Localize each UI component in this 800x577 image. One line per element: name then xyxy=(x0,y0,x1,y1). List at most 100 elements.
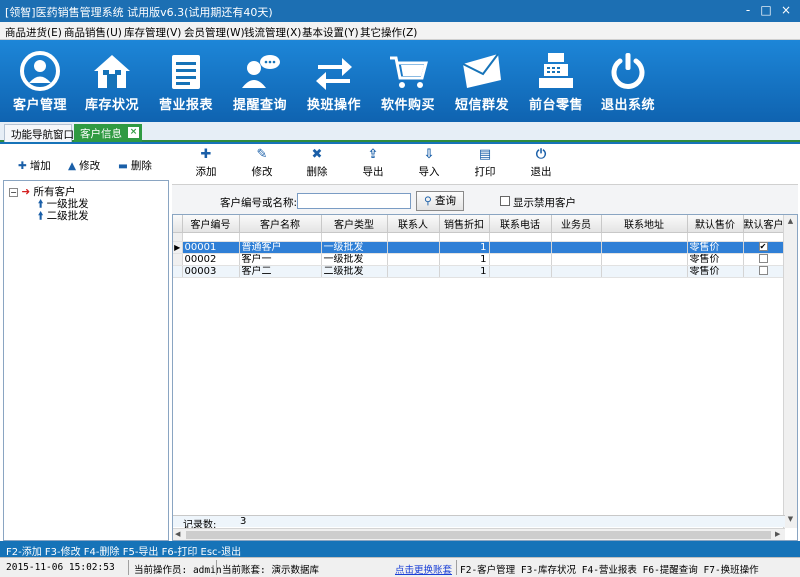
cell-contact[interactable] xyxy=(387,265,440,278)
close-tab-icon[interactable]: × xyxy=(128,127,139,138)
cell-type[interactable]: 一级批发 xyxy=(321,253,388,266)
cell-discount[interactable]: 1 xyxy=(439,241,490,254)
toolbar-exit-system[interactable]: 退出系统 xyxy=(592,40,664,122)
exit-button[interactable]: ⏻ 退出 xyxy=(521,148,561,179)
menu-settings[interactable]: 基本设置(Y) xyxy=(302,25,359,40)
minimize-button[interactable]: - xyxy=(740,2,756,18)
cell-phone[interactable] xyxy=(489,253,552,266)
column-header-name[interactable]: 客户名称 xyxy=(239,215,322,233)
cell-contact[interactable] xyxy=(387,241,440,254)
horizontal-scrollbar[interactable]: ◀ ▶ xyxy=(173,528,785,540)
cell-id[interactable]: 00002 xyxy=(182,253,240,266)
toolbar-shift-change[interactable]: 换班操作 xyxy=(298,40,370,122)
tab-function-navigation[interactable]: 功能导航窗口 xyxy=(4,124,74,142)
cell-default[interactable]: ✔ xyxy=(743,241,784,254)
toolbar-business-report[interactable]: 营业报表 xyxy=(150,40,222,122)
table-row[interactable]: 00003 客户二 二级批发 1 零售价 xyxy=(173,265,784,278)
switch-account-link[interactable]: 点击更换账套 xyxy=(395,562,452,576)
cell-id[interactable]: 00001 xyxy=(182,241,240,254)
edit-customer-button[interactable]: ✎ 修改 xyxy=(242,148,282,179)
cell-type[interactable]: 一级批发 xyxy=(321,241,388,254)
cell-name[interactable]: 客户一 xyxy=(239,253,322,266)
column-header-discount[interactable]: 销售折扣 xyxy=(439,215,490,233)
vertical-scrollbar[interactable]: ▲ ▼ xyxy=(783,215,797,528)
edit-category-button[interactable]: ▲ 修改 xyxy=(68,158,100,173)
menu-cashflow[interactable]: 钱流管理(X) xyxy=(244,25,301,40)
menu-purchase[interactable]: 商品进货(E) xyxy=(5,25,62,40)
query-button[interactable]: ⚲ 查询 xyxy=(416,191,464,211)
default-checkbox[interactable] xyxy=(758,266,768,275)
hotkey-hint-bar: F2-添加 F3-修改 F4-删除 F5-导出 F6-打印 Esc-退出 xyxy=(0,541,800,558)
cell-contact[interactable] xyxy=(387,253,440,266)
toolbar-sms-broadcast[interactable]: 短信群发 xyxy=(446,40,518,122)
delete-category-button[interactable]: ▬ 删除 xyxy=(118,158,152,173)
search-bar: 客户编号或名称: ⚲ 查询 显示禁用客户 xyxy=(172,184,798,214)
cell-price[interactable]: 零售价 xyxy=(687,253,744,266)
scroll-right-icon[interactable]: ▶ xyxy=(775,530,780,538)
column-header-contact[interactable]: 联系人 xyxy=(387,215,440,233)
cell-address[interactable] xyxy=(601,253,688,266)
toolbar-customer-management[interactable]: 客户管理 xyxy=(4,40,76,122)
scroll-thumb[interactable] xyxy=(186,531,771,539)
plus-icon: ✚ xyxy=(18,160,27,172)
import-button[interactable]: ⇩ 导入 xyxy=(409,148,449,179)
column-header-default-price[interactable]: 默认售价 xyxy=(687,215,744,233)
maximize-button[interactable]: □ xyxy=(758,2,774,18)
cell-salesman[interactable] xyxy=(551,265,602,278)
toolbar-reminder-query[interactable]: 提醒查询 xyxy=(224,40,296,122)
cell-default[interactable] xyxy=(743,265,784,278)
default-checkbox[interactable]: ✔ xyxy=(758,242,768,251)
cell-phone[interactable] xyxy=(489,265,552,278)
cell-type[interactable]: 二级批发 xyxy=(321,265,388,278)
tab-customer-info[interactable]: 客户信息 × xyxy=(74,124,142,142)
column-header-salesman[interactable]: 业务员 xyxy=(551,215,602,233)
scroll-left-icon[interactable]: ◀ xyxy=(175,530,180,538)
house-icon xyxy=(94,55,130,88)
show-disabled-checkbox[interactable] xyxy=(500,196,510,206)
column-header-id[interactable]: 客户编号 xyxy=(182,215,240,233)
cell-discount[interactable]: 1 xyxy=(439,253,490,266)
menu-other[interactable]: 其它操作(Z) xyxy=(360,25,417,40)
close-window-button[interactable]: × xyxy=(778,2,794,18)
add-category-button[interactable]: ✚ 增加 xyxy=(18,158,51,173)
column-header-default-customer[interactable]: 默认客户 xyxy=(743,215,784,233)
scroll-up-icon[interactable]: ▲ xyxy=(784,215,797,228)
menu-inventory[interactable]: 库存管理(V) xyxy=(124,25,181,40)
cell-price[interactable]: 零售价 xyxy=(687,241,744,254)
chat-user-icon xyxy=(242,55,280,88)
toolbar-software-purchase[interactable]: 软件购买 xyxy=(372,40,444,122)
toolbar-stock-status[interactable]: 库存状况 xyxy=(76,40,148,122)
export-button[interactable]: ⇪ 导出 xyxy=(353,148,393,179)
cell-address[interactable] xyxy=(601,265,688,278)
menu-member[interactable]: 会员管理(W) xyxy=(184,25,245,40)
triangle-up-icon: ▲ xyxy=(68,160,77,172)
delete-customer-button[interactable]: ✖ 删除 xyxy=(297,148,337,179)
cell-name[interactable]: 普通客户 xyxy=(239,241,322,254)
cell-price[interactable]: 零售价 xyxy=(687,265,744,278)
x-icon: ✖ xyxy=(311,147,323,162)
cell-discount[interactable]: 1 xyxy=(439,265,490,278)
default-checkbox[interactable] xyxy=(758,254,768,263)
cell-id[interactable]: 00003 xyxy=(182,265,240,278)
cell-salesman[interactable] xyxy=(551,241,602,254)
column-header-type[interactable]: 客户类型 xyxy=(321,215,388,233)
table-row[interactable]: 00002 客户一 一级批发 1 零售价 xyxy=(173,253,784,266)
cell-salesman[interactable] xyxy=(551,253,602,266)
collapse-icon[interactable]: − xyxy=(9,187,18,197)
toolbar-front-retail[interactable]: 前台零售 xyxy=(520,40,592,122)
menu-sales[interactable]: 商品销售(U) xyxy=(64,25,122,40)
column-header-phone[interactable]: 联系电话 xyxy=(489,215,552,233)
cell-phone[interactable] xyxy=(489,241,552,254)
hotkey-hints: F2-添加 F3-修改 F4-删除 F5-导出 F6-打印 Esc-退出 xyxy=(6,547,242,558)
tree-node-level2-wholesale[interactable]: 🠙 二级批发 xyxy=(38,208,89,226)
add-customer-button[interactable]: ✚ 添加 xyxy=(186,148,226,179)
scroll-down-icon[interactable]: ▼ xyxy=(784,513,797,526)
cell-default[interactable] xyxy=(743,253,784,266)
print-button[interactable]: ▤ 打印 xyxy=(465,148,505,179)
cell-address[interactable] xyxy=(601,241,688,254)
search-input[interactable] xyxy=(297,193,411,209)
table-row[interactable]: ▶ 00001 普通客户 一级批发 1 零售价 ✔ xyxy=(173,241,784,254)
cell-name[interactable]: 客户二 xyxy=(239,265,322,278)
column-header-address[interactable]: 联系地址 xyxy=(601,215,688,233)
envelope-icon xyxy=(462,53,501,88)
